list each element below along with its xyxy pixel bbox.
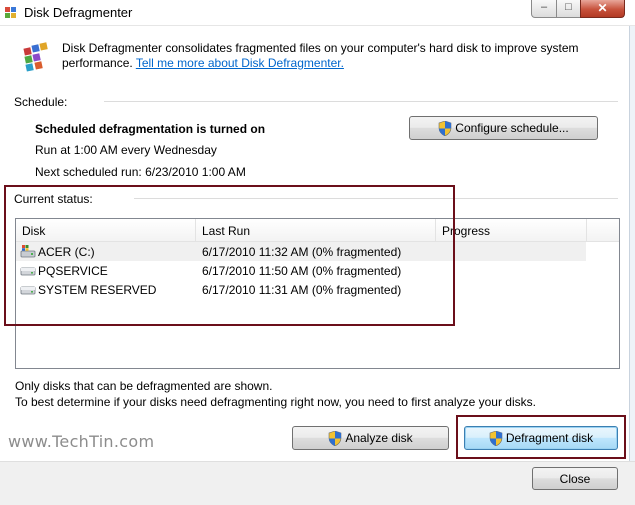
analyze-disk-button[interactable]: Analyze disk (292, 426, 449, 450)
column-separator (586, 219, 587, 241)
defragment-highlight-box (456, 415, 626, 459)
note-analyze-advice: To best determine if your disks need def… (15, 395, 536, 409)
schedule-divider (104, 101, 618, 102)
window-close-button[interactable]: ✕ (580, 0, 625, 18)
uac-shield-icon (438, 120, 452, 136)
learn-more-link[interactable]: Tell me more about Disk Defragmenter. (136, 56, 344, 70)
configure-schedule-button[interactable]: Configure schedule... (409, 116, 598, 140)
window-frame-right (629, 26, 635, 505)
watermark: www.TechTin.com (8, 432, 155, 451)
intro-text: Disk Defragmenter consolidates fragmente… (62, 41, 622, 71)
note-shown-disks: Only disks that can be defragmented are … (15, 379, 273, 393)
close-icon: ✕ (597, 1, 608, 15)
status-highlight-box (4, 185, 455, 326)
close-label: Close (559, 471, 591, 486)
schedule-run-at: Run at 1:00 AM every Wednesday (35, 143, 217, 157)
analyze-disk-label: Analyze disk (345, 431, 413, 445)
maximize-icon: □ (565, 1, 572, 13)
close-button[interactable]: Close (532, 467, 618, 490)
minimize-icon: – (540, 1, 548, 13)
uac-shield-icon (329, 430, 342, 446)
maximize-button[interactable]: □ (556, 0, 581, 18)
defragmenter-icon (23, 42, 48, 72)
minimize-button[interactable]: – (531, 0, 557, 18)
disk-defragmenter-app-icon (5, 7, 16, 18)
window-title: Disk Defragmenter (24, 5, 133, 20)
title-bar: Disk Defragmenter – □ ✕ (0, 0, 635, 26)
schedule-status: Scheduled defragmentation is turned on (35, 122, 266, 136)
schedule-next-run: Next scheduled run: 6/23/2010 1:00 AM (35, 165, 246, 179)
schedule-heading: Schedule: (14, 95, 68, 109)
configure-schedule-label: Configure schedule... (455, 121, 569, 135)
